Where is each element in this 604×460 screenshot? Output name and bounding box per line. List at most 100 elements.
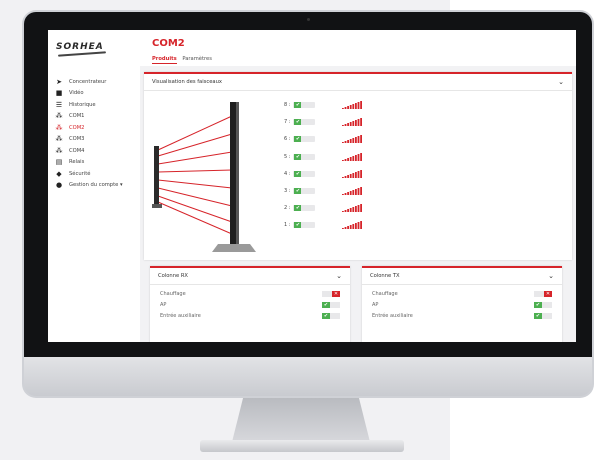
beam-toggle[interactable]: ✔ <box>293 170 316 177</box>
status-row: AP ✔ <box>150 299 350 310</box>
cross-icon: ✕ <box>332 290 340 297</box>
sidebar: SORHEA ➤ Concentrateur ■ Vidéo ☰ Historique ⁂ C… <box>48 30 140 342</box>
sidebar-item-com4[interactable]: ⁂ COM4 <box>54 145 140 157</box>
signal-strength-icon <box>342 187 362 195</box>
beam-row: 7 : ✔ <box>284 119 316 126</box>
column-tx-title: Colonne TX <box>370 273 400 279</box>
check-icon: ✔ <box>534 312 542 319</box>
column-tx-rows: Chauffage ✕ AP ✔ Entrée auxiliaire ✔ <box>362 285 562 321</box>
sidebar-item-label: COM3 <box>69 136 85 143</box>
beam-toggle[interactable]: ✔ <box>293 188 316 194</box>
status-label: AP <box>160 301 167 308</box>
column-rx-header[interactable]: Colonne RX ⌄ <box>150 268 350 285</box>
check-icon: ✔ <box>294 170 302 177</box>
sidebar-item-label: COM1 <box>69 113 85 120</box>
sidebar-item-label: COM2 <box>69 124 85 131</box>
status-label: Chauffage <box>160 290 186 297</box>
column-rx-card: Colonne RX ⌄ Chauffage ✕ AP ✔ Entrée auxilia… <box>150 266 350 342</box>
sidebar-item-label: Vidéo <box>69 90 84 97</box>
monitor-stand-foot <box>200 440 404 452</box>
tab-parametres[interactable]: Paramètres <box>182 56 212 62</box>
status-row: Chauffage ✕ <box>362 288 562 299</box>
beam-label: 4 : <box>284 170 291 177</box>
column-rx-title: Colonne RX <box>158 273 188 279</box>
user-icon: ● <box>55 181 63 190</box>
sidebar-item-label: COM4 <box>69 147 85 154</box>
signal-strength-icon <box>342 169 362 178</box>
status-row: AP ✔ <box>362 299 562 310</box>
sidebar-item-com2[interactable]: ⁂ COM2 <box>54 122 140 134</box>
beam-row: 8 : ✔ <box>284 102 316 108</box>
column-tx-card: Colonne TX ⌄ Chauffage ✕ AP ✔ Entrée auxilia… <box>362 266 562 342</box>
sidebar-item-label: Historique <box>69 101 96 108</box>
chevron-down-icon[interactable]: ⌄ <box>336 272 342 280</box>
beam-label: 5 : <box>284 153 291 160</box>
status-label: Chauffage <box>372 290 398 297</box>
status-toggle[interactable]: ✕ <box>322 290 340 297</box>
beam-toggle[interactable]: ✔ <box>293 153 316 160</box>
network-icon: ⁂ <box>55 146 63 155</box>
status-toggle[interactable]: ✔ <box>322 301 340 308</box>
beam-label: 8 : <box>284 102 291 108</box>
monitor-chin <box>24 357 592 396</box>
app-screen: SORHEA ➤ Concentrateur ■ Vidéo ☰ Historique ⁂ C… <box>48 30 576 342</box>
sidebar-item-concentrateur[interactable]: ➤ Concentrateur <box>54 76 140 88</box>
signal-strength-icon <box>342 204 362 213</box>
status-label: Entrée auxiliaire <box>160 312 201 319</box>
check-icon: ✔ <box>294 136 302 143</box>
tab-produits[interactable]: Produits <box>152 56 177 64</box>
beam-row: 6 : ✔ <box>284 136 316 143</box>
sidebar-item-gestion[interactable]: ● Gestion du compte ▾ <box>54 180 140 192</box>
beams-card: Visualisation des faisceaux ⌄ 8: ✔ 7: … <box>144 72 572 260</box>
column-tx-header[interactable]: Colonne TX ⌄ <box>362 268 562 285</box>
sidebar-item-label: Relais <box>69 159 85 166</box>
monitor-stand-neck <box>232 398 370 442</box>
beam-label: 6 : <box>284 136 291 143</box>
sidebar-item-com3[interactable]: ⁂ COM3 <box>54 134 140 146</box>
beam-row: 4 : ✔ <box>284 170 316 177</box>
sidebar-item-vido[interactable]: ■ Vidéo <box>54 88 140 100</box>
beam-toggle[interactable]: ✔ <box>293 136 316 143</box>
network-icon: ⁂ <box>55 135 63 144</box>
status-toggle[interactable]: ✔ <box>322 312 340 319</box>
check-icon: ✔ <box>322 301 330 308</box>
status-label: Entrée auxiliaire <box>372 312 413 319</box>
beam-label: 3 : <box>284 188 291 194</box>
beams-card-header[interactable]: Visualisation des faisceaux ⌄ <box>144 74 572 91</box>
status-toggle[interactable]: ✔ <box>534 312 552 319</box>
beam-toggle[interactable]: ✔ <box>293 205 316 212</box>
beam-toggle[interactable]: ✔ <box>293 102 316 108</box>
sidebar-item-label: Concentrateur <box>69 78 107 85</box>
chevron-down-icon[interactable]: ⌄ <box>558 78 564 86</box>
status-row: Entrée auxiliaire ✔ <box>150 310 350 321</box>
check-icon: ✔ <box>294 119 302 126</box>
rx-column <box>212 102 256 252</box>
network-icon: ⁂ <box>55 123 63 132</box>
beam-row: 3 : ✔ <box>284 188 316 194</box>
sidebar-item-relais[interactable]: ▤ Relais <box>54 157 140 169</box>
sidebar-item-historique[interactable]: ☰ Historique <box>54 99 140 111</box>
barrier-illustration <box>152 102 256 252</box>
camera-dot <box>307 18 310 21</box>
list-icon: ☰ <box>55 100 63 109</box>
sidebar-item-label: Gestion du compte ▾ <box>69 182 123 189</box>
beam-row: 1 : ✔ <box>284 222 316 229</box>
shield-icon: ◆ <box>56 169 62 178</box>
sidebar-item-label: Sécurité <box>69 170 91 177</box>
status-row: Chauffage ✕ <box>150 288 350 299</box>
signal-strength-icon <box>342 101 362 109</box>
signal-strength-icon <box>342 221 362 230</box>
beam-toggle[interactable]: ✔ <box>293 222 316 229</box>
beam-toggle[interactable]: ✔ <box>293 119 316 126</box>
status-row: Entrée auxiliaire ✔ <box>362 310 562 321</box>
beam-row: 2 : ✔ <box>284 205 316 212</box>
send-icon: ➤ <box>56 77 62 86</box>
chevron-down-icon[interactable]: ⌄ <box>548 272 554 280</box>
beams-card-title: Visualisation des faisceaux <box>152 79 222 85</box>
status-toggle[interactable]: ✕ <box>534 290 552 297</box>
sidebar-item-com1[interactable]: ⁂ COM1 <box>54 111 140 123</box>
network-icon: ⁂ <box>55 112 63 121</box>
status-toggle[interactable]: ✔ <box>534 301 552 308</box>
video-icon: ■ <box>55 89 63 98</box>
sidebar-item-scurit[interactable]: ◆ Sécurité <box>54 168 140 180</box>
